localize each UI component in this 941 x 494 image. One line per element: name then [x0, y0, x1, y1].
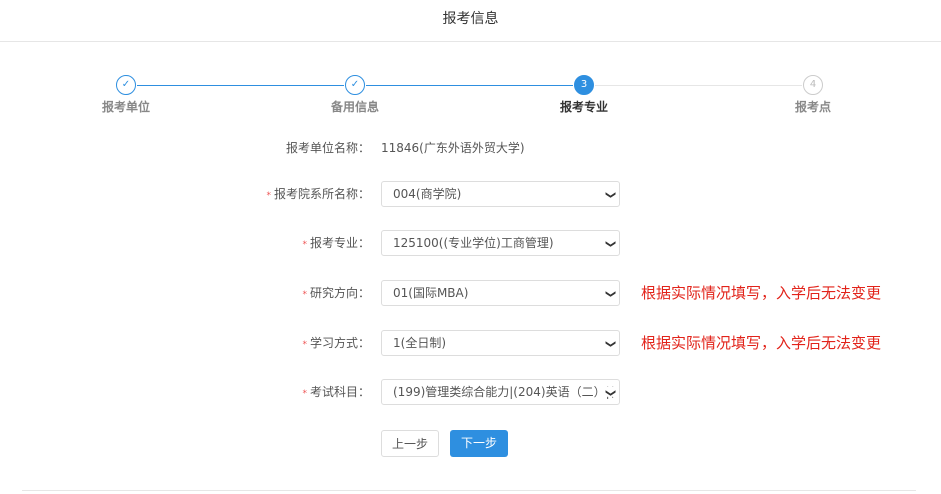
page-header: 报考信息: [0, 0, 941, 42]
direction-select[interactable]: 01(国际MBA) ❯: [381, 280, 620, 306]
mode-row: * 学习方式： 1(全日制) ❯ 根据实际情况填写，入学后无法变更: [0, 330, 941, 356]
chevron-down-icon: ❯: [597, 237, 619, 249]
required-mark: *: [266, 191, 271, 201]
direction-row: * 研究方向： 01(国际MBA) ❯ 根据实际情况填写，入学后无法变更: [0, 280, 941, 306]
step-4: 4 报考点: [773, 75, 853, 115]
step-3: 3 报考专业: [544, 75, 624, 115]
step-2: ✓ 备用信息: [315, 75, 395, 115]
selected-value: 1(全日制): [393, 336, 446, 350]
chevron-down-icon: ❯: [597, 287, 619, 299]
mode-select[interactable]: 1(全日制) ❯: [381, 330, 620, 356]
subjects-row: * 考试科目： (199)管理类综合能力|(204)英语（二）|(-... ❯: [0, 379, 941, 405]
label-text: 报考专业：: [309, 236, 370, 250]
direction-note: 根据实际情况填写，入学后无法变更: [641, 284, 882, 302]
check-icon: ✓: [116, 75, 136, 95]
required-mark: *: [302, 340, 307, 350]
step-1: ✓ 报考单位: [86, 75, 166, 115]
direction-label: * 研究方向：: [302, 280, 370, 308]
selected-value: 004(商学院): [393, 187, 462, 201]
chevron-down-icon: ❯: [597, 337, 619, 349]
step-label: 报考单位: [101, 100, 150, 114]
unit-label: 报考单位名称：: [285, 141, 370, 155]
subjects-label: * 考试科目：: [302, 379, 370, 407]
label-text: 报考院系所名称：: [273, 187, 370, 201]
required-mark: *: [302, 290, 307, 300]
step-number: 3: [574, 75, 594, 95]
selected-value: 01(国际MBA): [393, 286, 469, 300]
step-connector: [366, 85, 573, 86]
subjects-select[interactable]: (199)管理类综合能力|(204)英语（二）|(-... ❯: [381, 379, 620, 405]
major-label: * 报考专业：: [302, 230, 370, 258]
footer-divider: [22, 490, 916, 491]
step-number: 4: [803, 75, 823, 95]
major-row: * 报考专业： 125100((专业学位)工商管理) ❯: [0, 230, 941, 256]
chevron-down-icon: ❯: [597, 188, 619, 200]
label-text: 研究方向：: [309, 286, 370, 300]
chevron-down-icon: ❯: [597, 386, 619, 398]
step-label: 备用信息: [330, 100, 379, 114]
unit-row: 报考单位名称： 11846(广东外语外贸大学): [0, 135, 941, 161]
selected-value: 125100((专业学位)工商管理): [393, 236, 554, 250]
next-step-button[interactable]: 下一步: [450, 430, 508, 457]
label-text: 学习方式：: [309, 336, 370, 350]
major-select[interactable]: 125100((专业学位)工商管理) ❯: [381, 230, 620, 256]
step-label: 报考专业: [559, 100, 608, 114]
label-text: 考试科目：: [309, 385, 370, 399]
dept-row: * 报考院系所名称： 004(商学院) ❯: [0, 181, 941, 207]
unit-value: 11846(广东外语外贸大学): [381, 141, 525, 155]
dept-select[interactable]: 004(商学院) ❯: [381, 181, 620, 207]
prev-step-button[interactable]: 上一步: [381, 430, 439, 457]
selected-value: (199)管理类综合能力|(204)英语（二）|(-...: [393, 385, 620, 399]
required-mark: *: [302, 240, 307, 250]
mode-label: * 学习方式：: [302, 330, 370, 358]
check-icon: ✓: [345, 75, 365, 95]
step-connector: [595, 85, 802, 86]
mode-note: 根据实际情况填写，入学后无法变更: [641, 334, 882, 352]
step-label: 报考点: [794, 100, 831, 114]
dept-label: * 报考院系所名称：: [266, 181, 370, 209]
step-connector: [137, 85, 344, 86]
required-mark: *: [302, 389, 307, 399]
